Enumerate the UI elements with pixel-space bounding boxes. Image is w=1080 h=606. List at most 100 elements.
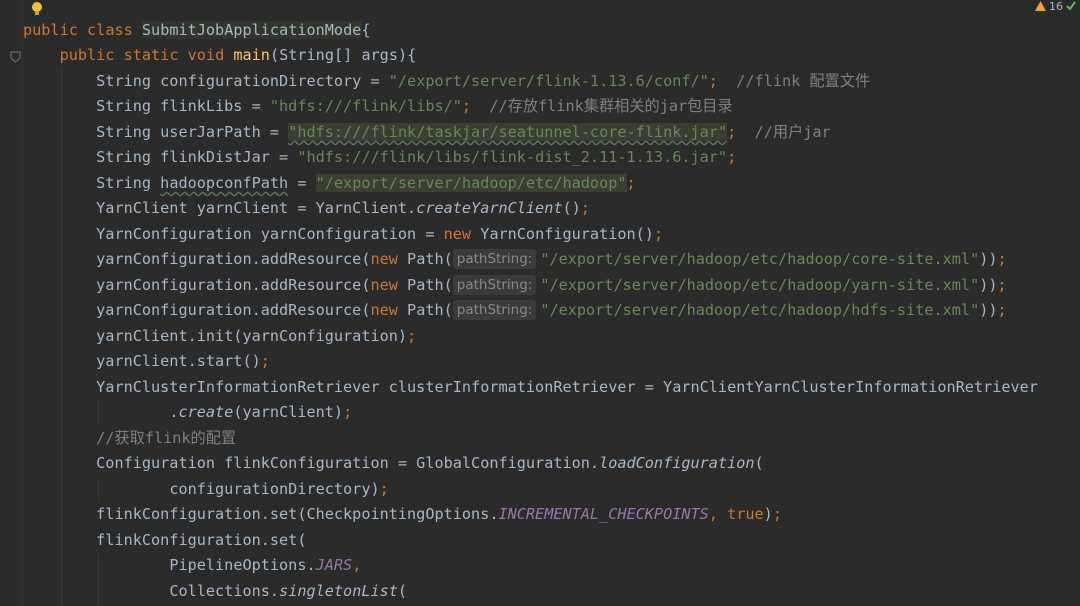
code-line[interactable]: YarnClusterInformationRetriever clusterI…: [23, 375, 1038, 400]
semicolon: ;: [343, 403, 353, 421]
code-line[interactable]: String flinkLibs = "hdfs:///flink/libs/"…: [23, 94, 733, 119]
code-line[interactable]: PipelineOptions.JARS,: [23, 553, 361, 578]
checkmark-icon: [1066, 1, 1076, 11]
parameter-hint: pathString:: [452, 300, 537, 320]
code-text: )): [979, 276, 998, 294]
code-line[interactable]: YarnClient yarnClient = YarnClient.creat…: [23, 196, 590, 221]
code-text: flinkConfiguration.set(CheckpointingOpti…: [96, 505, 499, 523]
code-line[interactable]: public class SubmitJobApplicationMode{: [23, 18, 371, 43]
code-text: Configuration flinkConfiguration = Globa…: [96, 454, 600, 472]
code-text: String configurationDirectory =: [96, 72, 389, 90]
semicolon: ;: [580, 199, 590, 217]
code-line[interactable]: YarnConfiguration yarnConfiguration = ne…: [23, 222, 663, 247]
code-text: =: [288, 174, 316, 192]
keyword: class: [87, 21, 133, 39]
code-text: yarnConfiguration.addResource(: [96, 301, 371, 319]
code-text: (: [397, 582, 408, 600]
code-line[interactable]: String flinkDistJar = "hdfs:///flink/lib…: [23, 145, 736, 170]
code-text: yarnConfiguration.addResource(: [96, 276, 371, 294]
code-text: (): [562, 199, 581, 217]
code-line[interactable]: public static void main(String[] args){: [23, 43, 417, 68]
constant: JARS: [315, 556, 353, 574]
semicolon: ;: [708, 72, 718, 90]
code-text: YarnConfiguration yarnConfiguration =: [96, 225, 444, 243]
comment: //获取flink的配置: [96, 429, 237, 447]
code-line[interactable]: Collections.singletonList(: [23, 579, 407, 604]
code-line[interactable]: String userJarPath = "hdfs:///flink/task…: [23, 120, 831, 145]
code-line[interactable]: flinkConfiguration.set(: [23, 528, 306, 553]
code-line[interactable]: Configuration flinkConfiguration = Globa…: [23, 451, 764, 476]
semicolon: ;: [997, 250, 1007, 268]
inspection-widget[interactable]: 16: [1035, 0, 1080, 13]
static-method-call: singletonList: [279, 582, 398, 600]
semicolon: ;: [461, 97, 472, 115]
brace: {: [361, 21, 371, 39]
keyword: public: [59, 46, 115, 64]
semicolon: ;: [653, 225, 664, 243]
editor-gutter: [0, 0, 22, 606]
comment: //flink 配置文件: [736, 72, 871, 90]
semicolon: ;: [727, 148, 737, 166]
string-literal: "hdfs:///flink/libs/flink-dist_2.11-1.13…: [297, 148, 728, 166]
semicolon: ;: [626, 174, 636, 192]
semicolon: ;: [260, 352, 270, 370]
constant: INCREMENTAL_CHECKPOINTS: [498, 505, 709, 523]
parameter-hint: pathString:: [452, 275, 537, 295]
comma: ,: [708, 505, 728, 523]
code-line[interactable]: flinkConfiguration.set(CheckpointingOpti…: [23, 502, 782, 527]
code-text: String flinkDistJar =: [96, 148, 298, 166]
code-text: )): [979, 301, 998, 319]
static-method-call: loadConfiguration: [599, 454, 755, 472]
code-text: PipelineOptions.: [169, 556, 316, 574]
code-text: yarnClient.init(yarnConfiguration): [96, 327, 408, 345]
code-line[interactable]: //获取flink的配置: [23, 426, 236, 451]
semicolon: ;: [997, 276, 1007, 294]
comment: //存放flink集群相关的jar包目录: [489, 97, 733, 115]
code-text: (String[] args){: [269, 46, 417, 64]
semicolon: ;: [997, 301, 1007, 319]
class-name: SubmitJobApplicationMode: [141, 21, 362, 39]
keyword: true: [727, 505, 764, 523]
code-line[interactable]: yarnConfiguration.addResource(new Path(p…: [23, 273, 1007, 298]
keyword: static: [123, 46, 179, 64]
parameter-hint: pathString:: [452, 249, 537, 269]
code-line[interactable]: .create(yarnClient);: [23, 400, 352, 425]
fold-marker-icon[interactable]: [10, 51, 21, 63]
code-line[interactable]: String configurationDirectory = "/export…: [23, 69, 870, 94]
string-literal: "hdfs:///flink/taskjar/seatunnel-core-fl…: [288, 123, 728, 141]
semicolon: ;: [727, 123, 737, 141]
code-text: YarnClient yarnClient = YarnClient.: [96, 199, 417, 217]
code-text: (yarnClient): [233, 403, 344, 421]
code-line[interactable]: configurationDirectory);: [23, 477, 389, 502]
semicolon: ;: [407, 327, 417, 345]
code-line[interactable]: yarnConfiguration.addResource(new Path(p…: [23, 247, 1007, 272]
string-literal: "/export/server/flink-1.13.6/conf/": [388, 72, 709, 90]
code-line[interactable]: String hadoopconfPath = "/export/server/…: [23, 171, 636, 196]
code-text: String: [96, 174, 161, 192]
code-text: Collections.: [169, 582, 280, 600]
code-text: Path(: [397, 250, 453, 268]
keyword: new: [443, 225, 472, 243]
comment: //用户jar: [754, 123, 831, 141]
method-name: main: [233, 46, 270, 64]
code-text: yarnClient.start(): [96, 352, 261, 370]
string-literal: "/export/server/hadoop/etc/hadoop/core-s…: [540, 250, 980, 268]
lightbulb-icon[interactable]: [30, 1, 44, 17]
string-literal: "hdfs:///flink/libs/": [269, 97, 462, 115]
code-editor[interactable]: 16 public class SubmitJobApplicationMode…: [0, 0, 1080, 606]
keyword: new: [370, 301, 398, 319]
code-text: Path(: [397, 276, 453, 294]
semicolon: ;: [379, 480, 389, 498]
code-text: String userJarPath =: [96, 123, 289, 141]
code-text: flinkConfiguration.set(: [96, 531, 307, 549]
code-text: (: [754, 454, 764, 472]
keyword: new: [370, 250, 398, 268]
code-text: Path(: [397, 301, 453, 319]
code-text: yarnConfiguration.addResource(: [96, 250, 371, 268]
code-line[interactable]: yarnConfiguration.addResource(new Path(p…: [23, 298, 1007, 323]
variable-name: hadoopconfPath: [160, 174, 289, 192]
code-text: )): [979, 250, 998, 268]
code-line[interactable]: yarnClient.start();: [23, 349, 270, 374]
string-literal: "/export/server/hadoop/etc/hadoop/yarn-s…: [540, 276, 980, 294]
code-line[interactable]: yarnClient.init(yarnConfiguration);: [23, 324, 416, 349]
